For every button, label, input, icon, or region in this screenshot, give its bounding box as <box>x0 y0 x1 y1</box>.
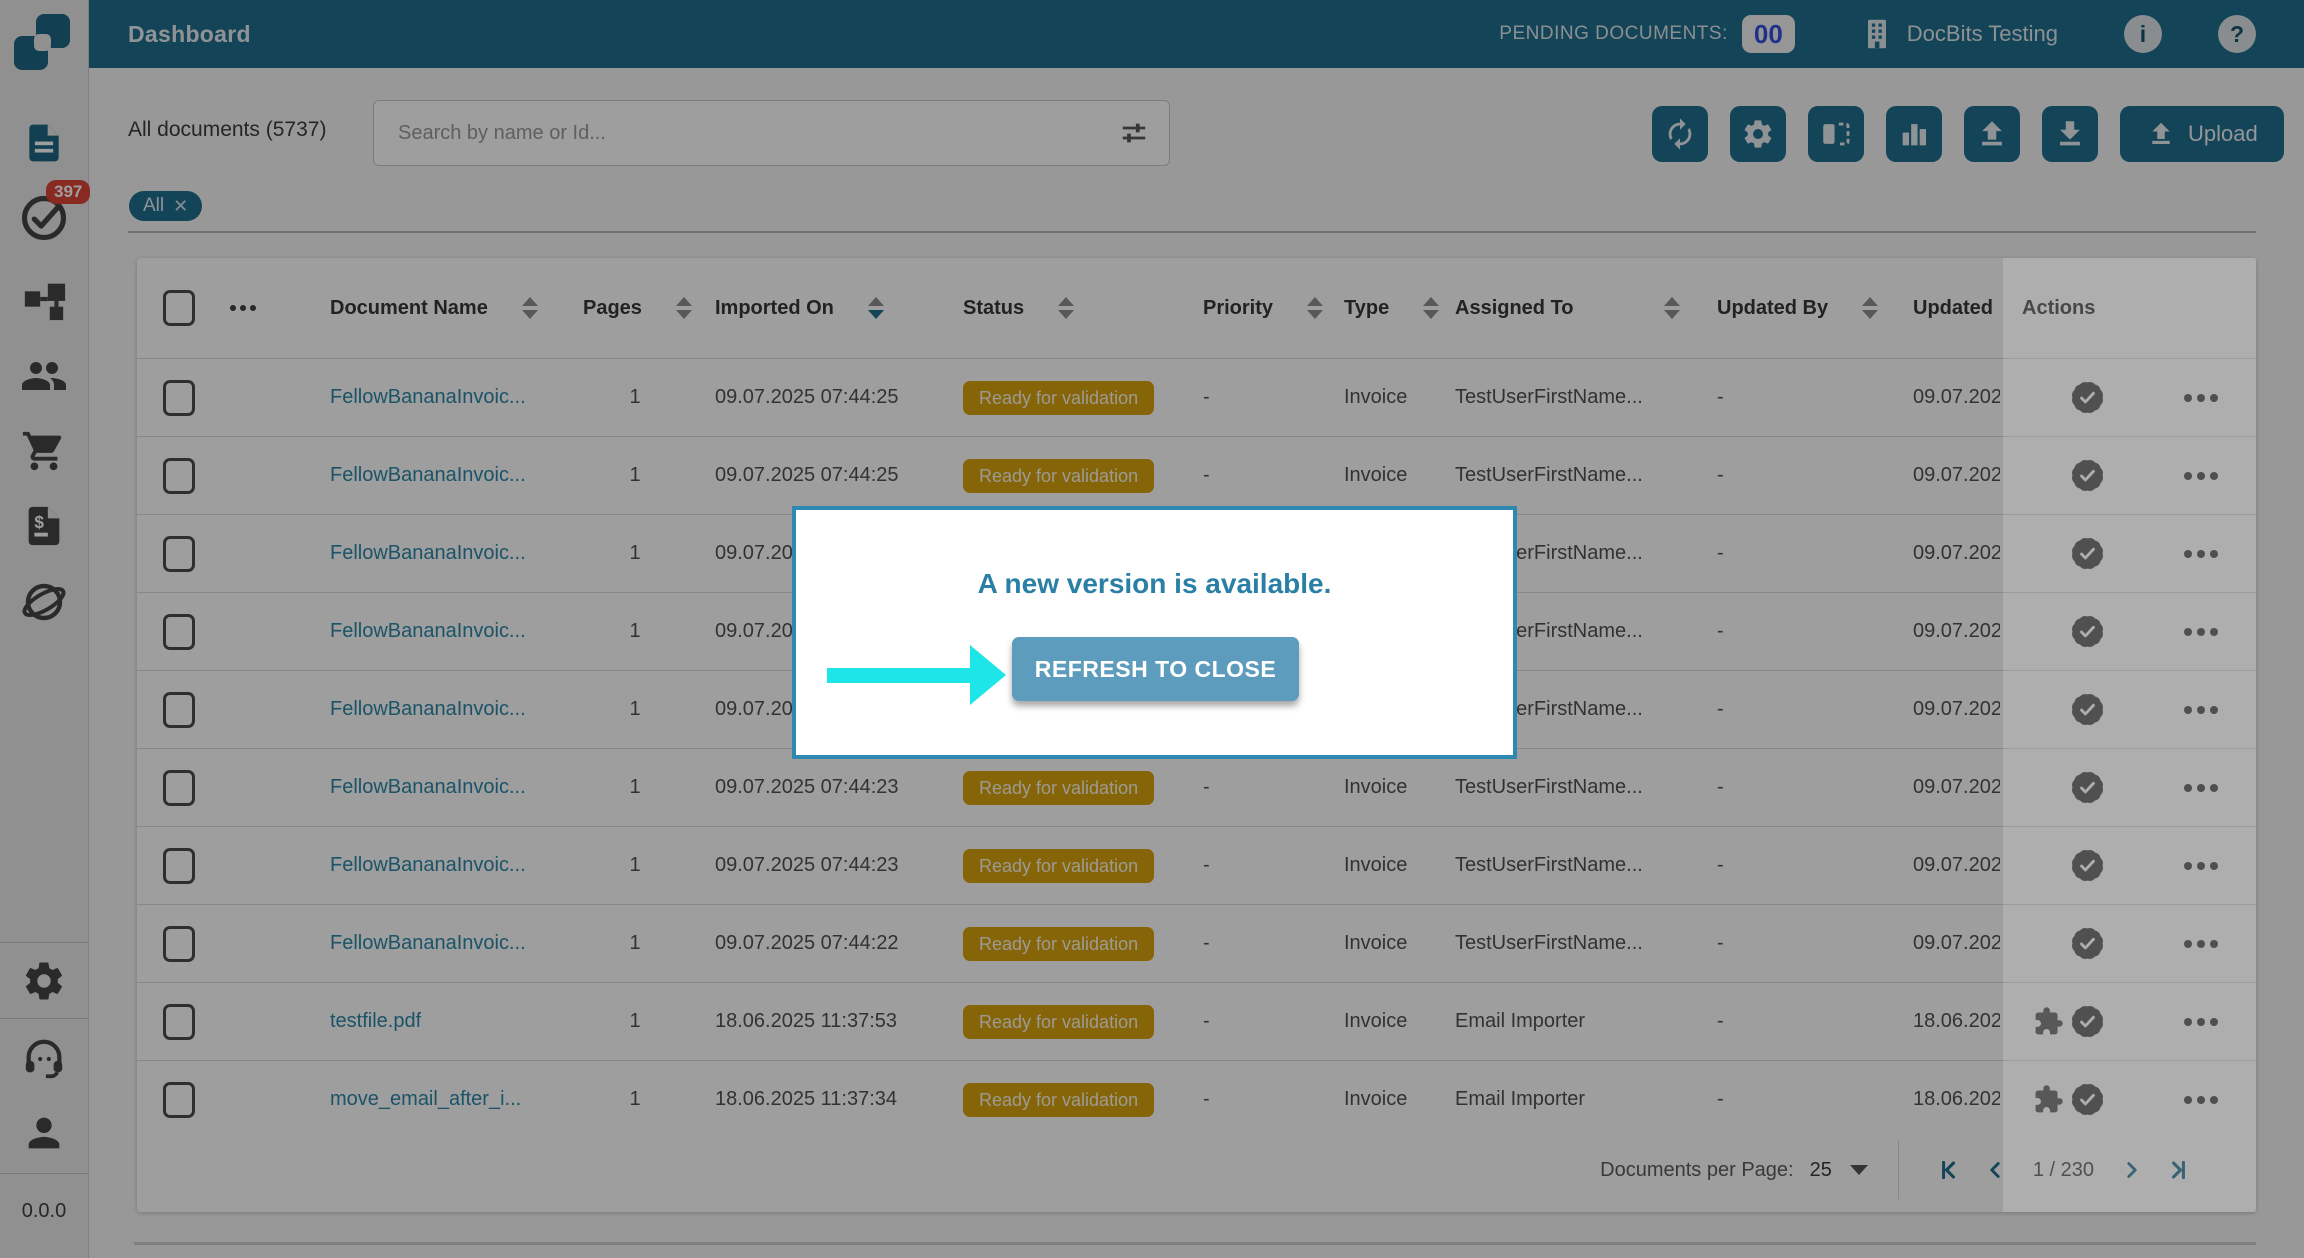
modal-title: A new version is available. <box>796 568 1513 600</box>
app-root: 397 $ 0.0.0 Da <box>0 0 2304 1258</box>
pointer-arrow-icon <box>827 643 1037 707</box>
refresh-to-close-button[interactable]: REFRESH TO CLOSE <box>1012 637 1299 701</box>
new-version-modal: A new version is available. REFRESH TO C… <box>792 506 1517 759</box>
